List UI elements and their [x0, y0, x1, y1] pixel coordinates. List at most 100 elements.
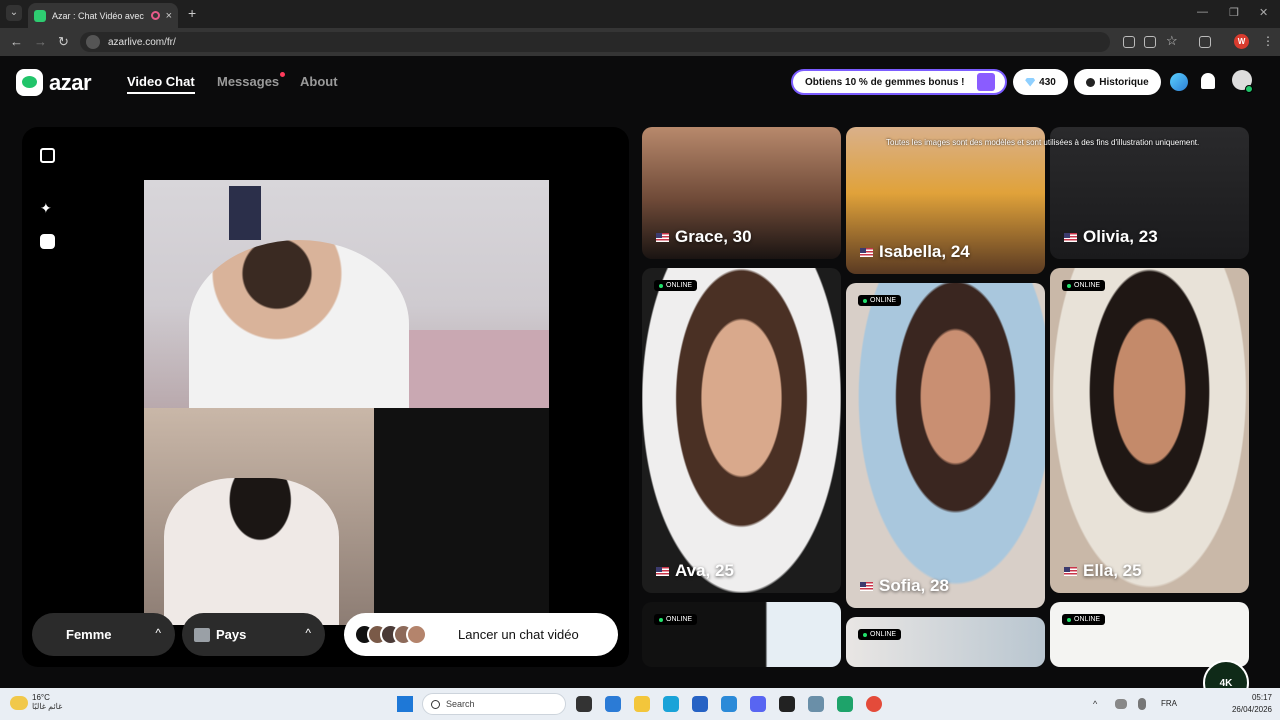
emoji-icon[interactable] [40, 234, 55, 249]
profile-card-grace[interactable]: Grace, 30 [642, 127, 841, 259]
tab-search-button[interactable]: ⌄ [6, 5, 22, 21]
history-label: Historique [1099, 76, 1149, 88]
browser-menu-icon[interactable]: ⋮ [1262, 34, 1274, 48]
minimize-button[interactable]: — [1197, 6, 1208, 18]
discord-icon[interactable] [750, 696, 766, 712]
profile-card[interactable]: ONLINE [846, 617, 1045, 667]
promo-text: Obtiens 10 % de gemmes bonus ! [805, 76, 965, 88]
task-view-icon[interactable] [576, 696, 592, 712]
weather-widget[interactable]: 16°C غائم غالبًا [10, 693, 62, 711]
online-badge: ONLINE [1062, 280, 1106, 291]
forward-arrow-icon[interactable]: → [34, 34, 47, 49]
search-icon [431, 699, 440, 709]
tab-close-button[interactable]: × [166, 10, 172, 22]
translate-icon[interactable] [1123, 36, 1135, 48]
online-dot [863, 298, 867, 303]
us-flag-icon [656, 232, 669, 242]
site-header: azar Video Chat Messages About Obtiens 1… [0, 56, 1280, 108]
person-image [164, 478, 339, 625]
bed-image [394, 330, 549, 408]
user-avatars-stack [354, 624, 438, 645]
us-flag-icon [656, 566, 669, 576]
obs-icon[interactable] [779, 696, 795, 712]
online-badge: ONLINE [654, 614, 698, 625]
new-tab-button[interactable]: + [188, 5, 196, 21]
profile-card[interactable]: ONLINE [642, 602, 841, 667]
cast-icon[interactable] [1144, 36, 1156, 48]
browser-tab-bar: ⌄ Azar : Chat Vidéo avec de n × + — ❐ ✕ [0, 0, 1280, 28]
profile-card-sofia[interactable]: ONLINE Sofia, 28 [846, 283, 1045, 608]
azar-favicon-icon [34, 9, 46, 22]
input-language[interactable]: FRA [1161, 699, 1177, 708]
online-badge: ONLINE [858, 629, 902, 640]
online-dot [863, 632, 867, 637]
maximize-button[interactable]: ❐ [1229, 6, 1239, 19]
file-explorer-icon[interactable] [634, 696, 650, 712]
azar-logo[interactable]: azar [16, 69, 92, 96]
clock-time[interactable]: 05:17 [1226, 693, 1272, 702]
outlook-icon[interactable] [721, 696, 737, 712]
weather-temperature: 16°C [32, 693, 50, 702]
profile-name: Ava, 25 [656, 561, 734, 581]
nav-video-chat[interactable]: Video Chat [127, 74, 195, 94]
avatar [406, 624, 427, 645]
gems-balance-button[interactable]: 430 [1013, 69, 1068, 95]
profile-card-ella[interactable]: ONLINE Ella, 25 [1050, 268, 1249, 593]
chevron-up-icon: ^ [305, 626, 311, 640]
weather-description: غائم غالبًا [32, 702, 63, 711]
country-label: Pays [216, 627, 247, 642]
gems-promo-button[interactable]: Obtiens 10 % de gemmes bonus ! [791, 69, 1007, 95]
search-label: Search [446, 699, 475, 709]
site-info-icon[interactable] [86, 35, 100, 49]
magic-wand-icon[interactable]: ✦ [40, 201, 55, 216]
url-text: azarlive.com/fr/ [108, 36, 176, 48]
country-flag-icon [194, 627, 210, 642]
taskbar-search[interactable]: Search [422, 693, 566, 715]
country-filter-select[interactable]: Pays ^ [182, 613, 325, 656]
fullscreen-icon[interactable] [40, 148, 55, 163]
gems-count: 430 [1039, 76, 1056, 88]
online-badge: ONLINE [858, 295, 902, 306]
start-video-chat-button[interactable]: Lancer un chat vidéo [344, 613, 618, 656]
cloud-sun-icon [10, 696, 28, 710]
network-icon[interactable] [1115, 699, 1127, 709]
profile-name: Isabella, 24 [860, 242, 970, 262]
history-button[interactable]: Historique [1074, 69, 1161, 95]
camera-feed-bottom [144, 408, 549, 625]
gender-filter-select[interactable]: Femme ^ [32, 613, 175, 656]
close-window-button[interactable]: ✕ [1259, 6, 1268, 19]
url-field[interactable]: azarlive.com/fr/ [80, 32, 1110, 52]
app-icon[interactable] [837, 696, 853, 712]
microphone-icon[interactable] [1138, 698, 1146, 710]
video-chat-panel: ✦ Femme ^ Pays ^ Lancer un chat vidéo [22, 127, 629, 667]
nav-messages[interactable]: Messages [217, 74, 279, 89]
chevron-up-icon: ^ [155, 626, 161, 640]
back-arrow-icon[interactable]: ← [10, 34, 23, 49]
profile-card-ava[interactable]: ONLINE Ava, 25 [642, 268, 841, 593]
person-image [189, 240, 409, 408]
profile-card-isabella[interactable]: Isabella, 24 [846, 127, 1045, 274]
browser-tab[interactable]: Azar : Chat Vidéo avec de n × [28, 3, 178, 28]
us-flag-icon [1064, 566, 1077, 576]
bell-icon[interactable] [1201, 73, 1215, 89]
camera-feed-top [144, 180, 549, 408]
store-icon[interactable] [692, 696, 708, 712]
settings-icon[interactable] [808, 696, 824, 712]
language-globe-icon[interactable] [1170, 73, 1188, 91]
online-status-dot [1245, 85, 1253, 93]
profile-card[interactable]: ONLINE [1050, 602, 1249, 667]
windows-start-icon[interactable] [397, 696, 413, 712]
bookmark-star-icon[interactable]: ☆ [1166, 33, 1178, 49]
tray-chevron-icon[interactable]: ^ [1093, 699, 1103, 709]
reload-icon[interactable]: ↻ [58, 34, 69, 50]
chrome-icon[interactable] [866, 696, 882, 712]
widgets-icon[interactable] [605, 696, 621, 712]
extensions-icon[interactable] [1199, 36, 1211, 48]
windows-taskbar: 16°C غائم غالبًا Search ^ FRA 05:17 26/0… [0, 688, 1280, 720]
edge-icon[interactable] [663, 696, 679, 712]
nav-about[interactable]: About [300, 74, 338, 89]
gender-label: Femme [66, 627, 112, 642]
poster-image [229, 186, 261, 240]
clock-date[interactable]: 26/04/2026 [1226, 705, 1272, 714]
profile-avatar[interactable]: W [1234, 34, 1249, 49]
